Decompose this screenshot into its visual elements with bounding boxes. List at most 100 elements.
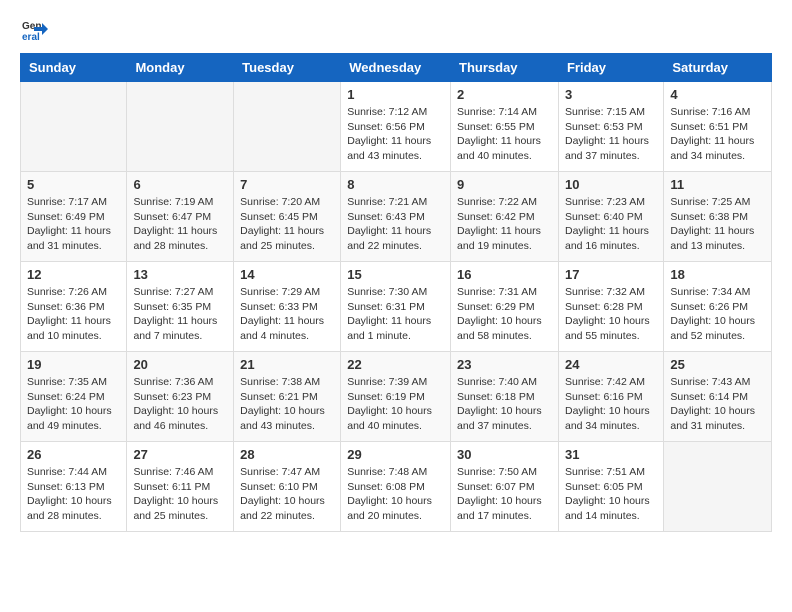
page-container: Gen eral SundayMondayTuesdayWednesdayThu… xyxy=(0,0,792,552)
calendar-cell: 20 Sunrise: 7:36 AMSunset: 6:23 PMDayligh… xyxy=(127,352,234,442)
day-number: 16 xyxy=(457,267,552,282)
calendar-cell: 4 Sunrise: 7:16 AMSunset: 6:51 PMDaylight… xyxy=(664,82,772,172)
calendar-cell: 24 Sunrise: 7:42 AMSunset: 6:16 PMDayligh… xyxy=(558,352,663,442)
calendar-cell: 10Sunrise: 7:23 AMSunset: 6:40 PMDayligh… xyxy=(558,172,663,262)
day-number: 15 xyxy=(347,267,444,282)
day-number: 31 xyxy=(565,447,657,462)
day-number: 12 xyxy=(27,267,120,282)
calendar-cell: 13 Sunrise: 7:27 AMSunset: 6:35 PMDayligh… xyxy=(127,262,234,352)
day-number: 13 xyxy=(133,267,227,282)
calendar-cell: 14Sunrise: 7:29 AMSunset: 6:33 PMDayligh… xyxy=(234,262,341,352)
cell-content: Sunrise: 7:47 AMSunset: 6:10 PMDaylight:… xyxy=(240,465,334,524)
day-number: 4 xyxy=(670,87,765,102)
cell-content: Sunrise: 7:48 AMSunset: 6:08 PMDaylight:… xyxy=(347,465,444,524)
calendar-cell: 6Sunrise: 7:19 AMSunset: 6:47 PMDaylight… xyxy=(127,172,234,262)
calendar-cell: 2 Sunrise: 7:14 AMSunset: 6:55 PMDaylight… xyxy=(451,82,559,172)
weekday-header-monday: Monday xyxy=(127,54,234,82)
cell-content: Sunrise: 7:51 AMSunset: 6:05 PMDaylight:… xyxy=(565,465,657,524)
calendar-cell: 22 Sunrise: 7:39 AMSunset: 6:19 PMDayligh… xyxy=(341,352,451,442)
cell-content: Sunrise: 7:36 AMSunset: 6:23 PMDaylight:… xyxy=(133,375,227,434)
calendar-cell: 21 Sunrise: 7:38 AMSunset: 6:21 PMDayligh… xyxy=(234,352,341,442)
day-number: 27 xyxy=(133,447,227,462)
day-number: 8 xyxy=(347,177,444,192)
day-number: 25 xyxy=(670,357,765,372)
calendar-week-4: 19 Sunrise: 7:35 AMSunset: 6:24 PMDayligh… xyxy=(21,352,772,442)
calendar-cell: 23 Sunrise: 7:40 AMSunset: 6:18 PMDayligh… xyxy=(451,352,559,442)
calendar-cell: 11 Sunrise: 7:25 AMSunset: 6:38 PMDayligh… xyxy=(664,172,772,262)
calendar-cell: 29Sunrise: 7:48 AMSunset: 6:08 PMDayligh… xyxy=(341,442,451,532)
cell-content: Sunrise: 7:15 AMSunset: 6:53 PMDaylight:… xyxy=(565,105,657,164)
weekday-header-sunday: Sunday xyxy=(21,54,127,82)
weekday-header-saturday: Saturday xyxy=(664,54,772,82)
calendar-cell: 5Sunrise: 7:17 AMSunset: 6:49 PMDaylight… xyxy=(21,172,127,262)
header: Gen eral xyxy=(20,15,772,43)
day-number: 24 xyxy=(565,357,657,372)
day-number: 1 xyxy=(347,87,444,102)
calendar-cell: 30 Sunrise: 7:50 AMSunset: 6:07 PMDayligh… xyxy=(451,442,559,532)
cell-content: Sunrise: 7:38 AMSunset: 6:21 PMDaylight:… xyxy=(240,375,334,434)
calendar-cell: 27 Sunrise: 7:46 AMSunset: 6:11 PMDayligh… xyxy=(127,442,234,532)
day-number: 11 xyxy=(670,177,765,192)
calendar-cell: 28Sunrise: 7:47 AMSunset: 6:10 PMDayligh… xyxy=(234,442,341,532)
cell-content: Sunrise: 7:21 AMSunset: 6:43 PMDaylight:… xyxy=(347,195,444,254)
day-number: 23 xyxy=(457,357,552,372)
cell-content: Sunrise: 7:14 AMSunset: 6:55 PMDaylight:… xyxy=(457,105,552,164)
calendar-cell: 9Sunrise: 7:22 AMSunset: 6:42 PMDaylight… xyxy=(451,172,559,262)
svg-text:eral: eral xyxy=(22,32,40,43)
day-number: 21 xyxy=(240,357,334,372)
calendar-cell: 15 Sunrise: 7:30 AMSunset: 6:31 PMDayligh… xyxy=(341,262,451,352)
cell-content: Sunrise: 7:12 AMSunset: 6:56 PMDaylight:… xyxy=(347,105,444,164)
cell-content: Sunrise: 7:32 AMSunset: 6:28 PMDaylight:… xyxy=(565,285,657,344)
calendar: SundayMondayTuesdayWednesdayThursdayFrid… xyxy=(20,53,772,532)
cell-content: Sunrise: 7:46 AMSunset: 6:11 PMDaylight:… xyxy=(133,465,227,524)
calendar-cell: 3 Sunrise: 7:15 AMSunset: 6:53 PMDaylight… xyxy=(558,82,663,172)
calendar-week-3: 12 Sunrise: 7:26 AMSunset: 6:36 PMDayligh… xyxy=(21,262,772,352)
day-number: 22 xyxy=(347,357,444,372)
calendar-cell: 19 Sunrise: 7:35 AMSunset: 6:24 PMDayligh… xyxy=(21,352,127,442)
cell-content: Sunrise: 7:25 AMSunset: 6:38 PMDaylight:… xyxy=(670,195,765,254)
day-number: 3 xyxy=(565,87,657,102)
day-number: 17 xyxy=(565,267,657,282)
weekday-header-tuesday: Tuesday xyxy=(234,54,341,82)
cell-content: Sunrise: 7:17 AMSunset: 6:49 PMDaylight:… xyxy=(27,195,120,254)
cell-content: Sunrise: 7:42 AMSunset: 6:16 PMDaylight:… xyxy=(565,375,657,434)
day-number: 18 xyxy=(670,267,765,282)
cell-content: Sunrise: 7:27 AMSunset: 6:35 PMDaylight:… xyxy=(133,285,227,344)
day-number: 30 xyxy=(457,447,552,462)
day-number: 19 xyxy=(27,357,120,372)
cell-content: Sunrise: 7:20 AMSunset: 6:45 PMDaylight:… xyxy=(240,195,334,254)
calendar-cell: 12 Sunrise: 7:26 AMSunset: 6:36 PMDayligh… xyxy=(21,262,127,352)
logo: Gen eral xyxy=(20,15,52,43)
cell-content: Sunrise: 7:35 AMSunset: 6:24 PMDaylight:… xyxy=(27,375,120,434)
calendar-cell xyxy=(127,82,234,172)
calendar-cell xyxy=(234,82,341,172)
cell-content: Sunrise: 7:50 AMSunset: 6:07 PMDaylight:… xyxy=(457,465,552,524)
cell-content: Sunrise: 7:31 AMSunset: 6:29 PMDaylight:… xyxy=(457,285,552,344)
day-number: 6 xyxy=(133,177,227,192)
cell-content: Sunrise: 7:39 AMSunset: 6:19 PMDaylight:… xyxy=(347,375,444,434)
weekday-header-wednesday: Wednesday xyxy=(341,54,451,82)
calendar-cell xyxy=(664,442,772,532)
day-number: 9 xyxy=(457,177,552,192)
weekday-header-thursday: Thursday xyxy=(451,54,559,82)
day-number: 26 xyxy=(27,447,120,462)
weekday-header-friday: Friday xyxy=(558,54,663,82)
logo-icon: Gen eral xyxy=(20,15,48,43)
cell-content: Sunrise: 7:43 AMSunset: 6:14 PMDaylight:… xyxy=(670,375,765,434)
calendar-cell: 26 Sunrise: 7:44 AMSunset: 6:13 PMDayligh… xyxy=(21,442,127,532)
cell-content: Sunrise: 7:44 AMSunset: 6:13 PMDaylight:… xyxy=(27,465,120,524)
cell-content: Sunrise: 7:16 AMSunset: 6:51 PMDaylight:… xyxy=(670,105,765,164)
cell-content: Sunrise: 7:40 AMSunset: 6:18 PMDaylight:… xyxy=(457,375,552,434)
cell-content: Sunrise: 7:26 AMSunset: 6:36 PMDaylight:… xyxy=(27,285,120,344)
calendar-cell: 8 Sunrise: 7:21 AMSunset: 6:43 PMDaylight… xyxy=(341,172,451,262)
day-number: 20 xyxy=(133,357,227,372)
cell-content: Sunrise: 7:30 AMSunset: 6:31 PMDaylight:… xyxy=(347,285,444,344)
calendar-cell: 7Sunrise: 7:20 AMSunset: 6:45 PMDaylight… xyxy=(234,172,341,262)
calendar-week-2: 5Sunrise: 7:17 AMSunset: 6:49 PMDaylight… xyxy=(21,172,772,262)
calendar-cell xyxy=(21,82,127,172)
calendar-cell: 31 Sunrise: 7:51 AMSunset: 6:05 PMDayligh… xyxy=(558,442,663,532)
calendar-cell: 16 Sunrise: 7:31 AMSunset: 6:29 PMDayligh… xyxy=(451,262,559,352)
cell-content: Sunrise: 7:34 AMSunset: 6:26 PMDaylight:… xyxy=(670,285,765,344)
day-number: 2 xyxy=(457,87,552,102)
calendar-cell: 1 Sunrise: 7:12 AMSunset: 6:56 PMDaylight… xyxy=(341,82,451,172)
